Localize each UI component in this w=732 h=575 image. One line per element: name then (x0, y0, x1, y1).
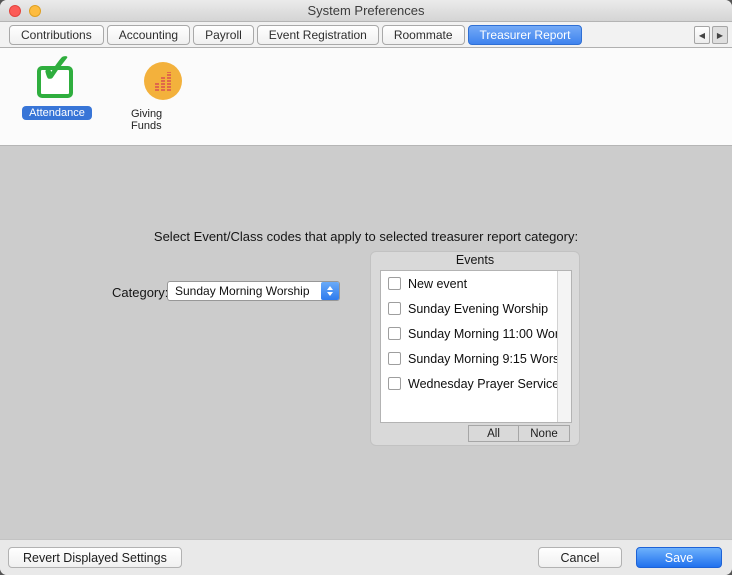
event-label: Sunday Morning 11:00 Worship (408, 327, 571, 341)
events-listbox: New event Sunday Evening Worship Sunday … (380, 270, 572, 423)
category-dropdown[interactable]: Sunday Morning Worship (167, 281, 340, 301)
event-checkbox[interactable] (388, 302, 401, 315)
select-all-button[interactable]: All (468, 425, 519, 442)
tab-scroll-right-icon[interactable]: ▶ (712, 26, 728, 44)
toolbar-item-giving-funds-label: Giving Funds (124, 107, 202, 133)
events-scrollbar[interactable] (557, 271, 571, 422)
tab-payroll[interactable]: Payroll (193, 25, 254, 45)
event-checkbox[interactable] (388, 327, 401, 340)
footer-action-buttons: Cancel Save (538, 547, 722, 568)
toolbar-item-attendance-label: Attendance (22, 106, 92, 120)
tab-contributions[interactable]: Contributions (9, 25, 104, 45)
save-button[interactable]: Save (636, 547, 722, 568)
category-dropdown-value: Sunday Morning Worship (168, 284, 321, 298)
event-list-item[interactable]: Sunday Evening Worship (381, 296, 571, 321)
system-preferences-window: System Preferences Contributions Account… (0, 0, 732, 575)
giving-funds-chart-icon (141, 59, 185, 103)
events-panel-title: Events (371, 253, 579, 267)
preference-icon-toolbar: ✓ Attendance Giving Funds (0, 48, 732, 146)
treasurer-report-pane: Select Event/Class codes that apply to s… (0, 146, 732, 539)
event-checkbox[interactable] (388, 377, 401, 390)
event-list-item[interactable]: Sunday Morning 9:15 Worship (381, 346, 571, 371)
attendance-check-icon: ✓ (34, 58, 80, 102)
footer-bar: Revert Displayed Settings Cancel Save (0, 539, 732, 575)
tab-accounting[interactable]: Accounting (107, 25, 190, 45)
event-checkbox[interactable] (388, 277, 401, 290)
event-list-item[interactable]: New event (381, 271, 571, 296)
close-button[interactable] (9, 5, 21, 17)
category-label: Category: (112, 285, 168, 300)
tab-bar: Contributions Accounting Payroll Event R… (0, 22, 732, 48)
cancel-button[interactable]: Cancel (538, 547, 622, 568)
tab-event-registration[interactable]: Event Registration (257, 25, 379, 45)
toolbar-item-attendance[interactable]: ✓ Attendance (18, 58, 96, 120)
event-label: New event (408, 277, 467, 291)
tab-roommate[interactable]: Roommate (382, 25, 465, 45)
event-list-item[interactable]: Sunday Morning 11:00 Worship (381, 321, 571, 346)
window-controls (9, 5, 41, 17)
popup-chevrons-icon (321, 282, 339, 300)
tab-scroll-left-icon[interactable]: ◀ (694, 26, 710, 44)
window-title: System Preferences (307, 3, 424, 18)
event-label: Sunday Morning 9:15 Worship (408, 352, 571, 366)
select-none-button[interactable]: None (519, 425, 570, 442)
tab-scroll-controls: ◀ ▶ (694, 26, 728, 44)
title-bar: System Preferences (0, 0, 732, 22)
event-label: Sunday Evening Worship (408, 302, 548, 316)
event-list-item[interactable]: Wednesday Prayer Service (381, 371, 571, 396)
event-label: Wednesday Prayer Service (408, 377, 559, 391)
tab-treasurer-report[interactable]: Treasurer Report (468, 25, 583, 45)
select-all-none-control: All None (468, 425, 570, 442)
revert-settings-button[interactable]: Revert Displayed Settings (8, 547, 182, 568)
event-checkbox[interactable] (388, 352, 401, 365)
minimize-button[interactable] (29, 5, 41, 17)
instruction-text: Select Event/Class codes that apply to s… (0, 229, 732, 244)
toolbar-item-giving-funds[interactable]: Giving Funds (124, 58, 202, 133)
events-panel: Events New event Sunday Evening Worship … (370, 251, 580, 446)
